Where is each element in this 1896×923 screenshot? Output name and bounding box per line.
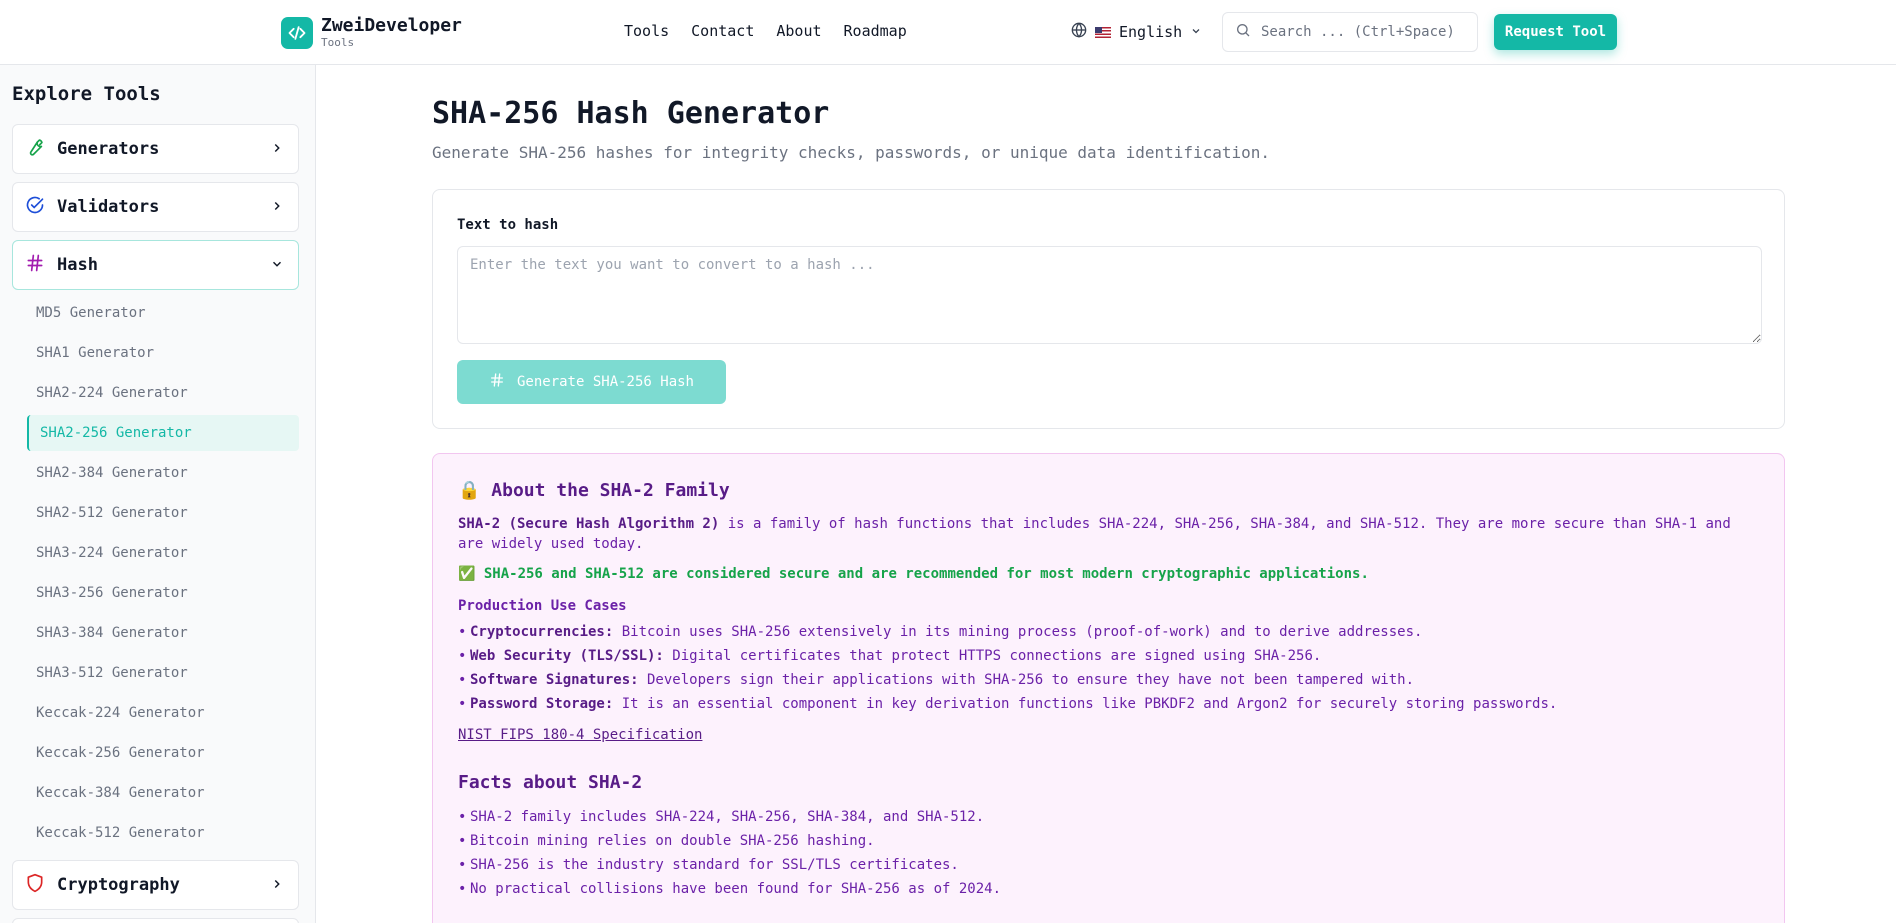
list-item: • SHA-2 family includes SHA-224, SHA-256,… [458,809,985,825]
sidebar-item-sha1[interactable]: SHA1 Generator [36,335,154,371]
page-title: SHA-256 Hash Generator [432,96,830,131]
search-input[interactable] [1261,24,1461,40]
search-box[interactable] [1222,12,1478,52]
chevron-down-icon [1190,23,1202,41]
list-item: • Cryptocurrencies: Bitcoin uses SHA-256 … [458,624,1423,640]
request-tool-button[interactable]: Request Tool [1494,14,1617,50]
sidebar-item-sha2-224[interactable]: SHA2-224 Generator [36,375,188,411]
sidebar-category-validators[interactable]: Validators [12,182,299,232]
sidebar-item-keccak-256[interactable]: Keccak-256 Generator [36,735,205,771]
list-item: • Web Security (TLS/SSL): Digital certifi… [458,648,1322,664]
us-flag-icon [1095,26,1111,38]
category-label: Cryptography [57,875,180,895]
page-subtitle: Generate SHA-256 hashes for integrity ch… [432,143,1271,162]
sidebar-category-hash[interactable]: Hash [12,240,299,290]
sidebar-item-sha2-256[interactable]: SHA2-256 Generator [27,415,299,451]
info-intro: SHA-2 (Secure Hash Algorithm 2) is a fam… [458,514,1758,554]
language-selector[interactable]: English [1071,22,1202,42]
list-item: • Bitcoin mining relies on double SHA-256… [458,833,875,849]
sha2-info-panel: 🔒 About the SHA-2 Family SHA-2 (Secure H… [432,453,1785,923]
list-item: • Password Storage: It is an essential co… [458,696,1558,712]
shield-icon [25,873,45,897]
sidebar-item-md5[interactable]: MD5 Generator [36,295,146,331]
intro-bold: SHA-2 (Secure Hash Algorithm 2) [458,516,720,532]
nav-contact[interactable]: Contact [691,22,754,40]
chevron-right-icon [270,198,284,217]
wrench-icon [25,137,45,161]
nav-roadmap[interactable]: Roadmap [844,22,907,40]
sidebar-title: Explore Tools [12,83,161,105]
sidebar-item-keccak-224[interactable]: Keccak-224 Generator [36,695,205,731]
brand-name: ZweiDeveloper [321,15,462,36]
list-item: • Software Signatures: Developers sign th… [458,672,1415,688]
sidebar-category-cryptography[interactable]: Cryptography [12,860,299,910]
info-title: 🔒 About the SHA-2 Family [458,480,730,501]
brand-subtitle: Tools [321,36,355,49]
sidebar-category-next[interactable] [12,918,299,923]
search-icon [1235,22,1251,42]
sidebar-item-sha3-256[interactable]: SHA3-256 Generator [36,575,188,611]
sidebar-item-keccak-384[interactable]: Keccak-384 Generator [36,775,205,811]
category-label: Validators [57,197,160,217]
hash-icon [25,253,45,277]
nist-spec-link[interactable]: NIST FIPS 180-4 Specification [458,727,702,743]
brand-logo[interactable]: ZweiDeveloper Tools [281,16,462,49]
top-header: ZweiDeveloper Tools Tools Contact About … [0,0,1896,65]
generate-hash-button[interactable]: Generate SHA-256 Hash [457,360,726,404]
chevron-right-icon [270,876,284,895]
sidebar: Explore Tools Generators Validators Hash… [0,65,316,923]
main-nav: Tools Contact About Roadmap [624,22,907,40]
sidebar-item-sha3-384[interactable]: SHA3-384 Generator [36,615,188,651]
list-item: • SHA-256 is the industry standard for SS… [458,857,959,873]
sidebar-category-generators[interactable]: Generators [12,124,299,174]
check-circle-icon [25,195,45,219]
category-label: Hash [57,255,98,275]
globe-icon [1071,22,1087,42]
code-icon [281,16,313,49]
sidebar-item-sha2-512[interactable]: SHA2-512 Generator [36,495,188,531]
use-cases-list: • Cryptocurrencies: Bitcoin uses SHA-256 … [458,620,1557,716]
lock-icon: 🔒 [458,480,481,501]
hash-input-card: Text to hash Generate SHA-256 Hash [432,189,1785,429]
facts-list: • SHA-2 family includes SHA-224, SHA-256,… [458,805,1001,901]
language-label: English [1119,23,1183,41]
text-to-hash-input[interactable] [457,246,1762,344]
list-item: • No practical collisions have been found… [458,881,1002,897]
nav-tools[interactable]: Tools [624,22,669,40]
info-title-text: About the SHA-2 Family [491,480,730,501]
use-cases-title: Production Use Cases [458,598,627,614]
sidebar-item-sha2-384[interactable]: SHA2-384 Generator [36,455,188,491]
chevron-right-icon [270,140,284,159]
facts-title: Facts about SHA-2 [458,772,643,793]
sidebar-item-sha3-224[interactable]: SHA3-224 Generator [36,535,188,571]
sidebar-item-sha3-512[interactable]: SHA3-512 Generator [36,655,188,691]
hash-icon [489,372,505,392]
secure-note: ✅ SHA-256 and SHA-512 are considered sec… [458,566,1369,582]
generate-button-label: Generate SHA-256 Hash [516,374,694,390]
chevron-down-icon [270,256,284,275]
nav-about[interactable]: About [776,22,821,40]
text-to-hash-label: Text to hash [457,217,559,233]
sidebar-item-keccak-512[interactable]: Keccak-512 Generator [36,815,205,851]
category-label: Generators [57,139,160,159]
